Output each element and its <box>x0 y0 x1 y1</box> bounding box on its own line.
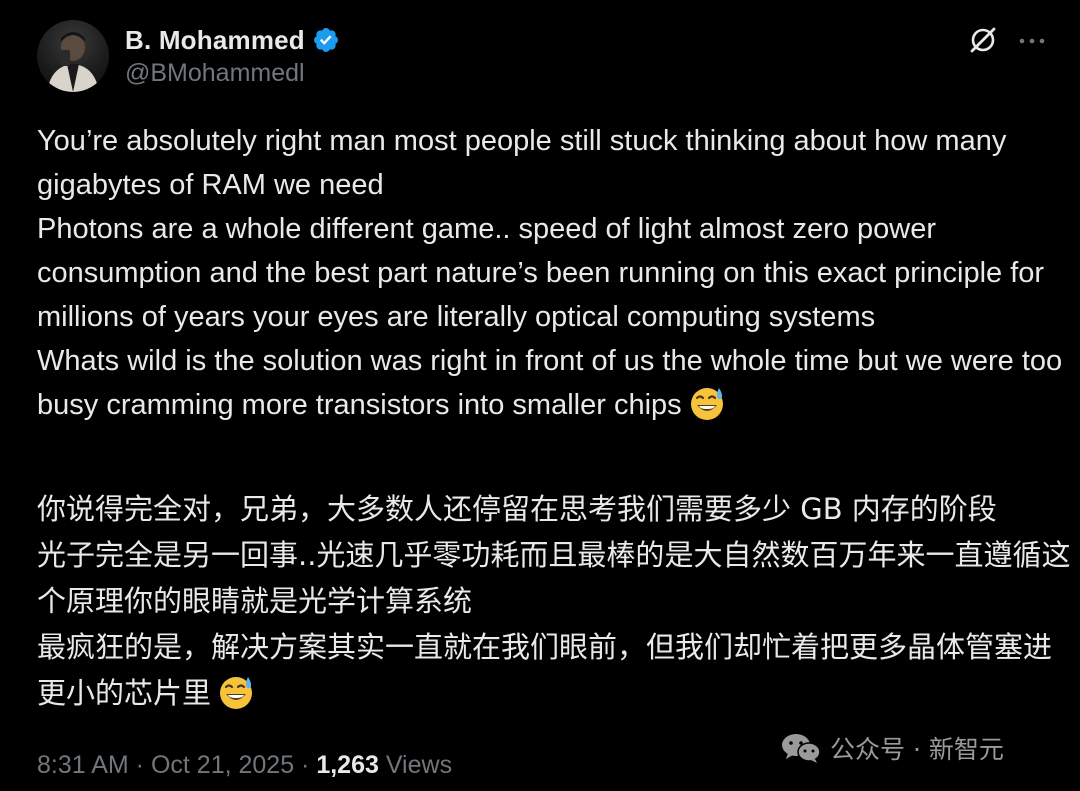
sweat-smile-emoji-icon <box>217 673 255 711</box>
watermark-text: 公众号 · 新智元 <box>830 735 1004 764</box>
sweat-smile-emoji-icon <box>688 384 726 422</box>
tweet-paragraph: Photons are a whole different game.. spe… <box>37 213 1045 333</box>
tweet-date[interactable]: Oct 21, 2025 <box>151 751 294 779</box>
author-name-row: B. Mohammed <box>125 24 340 56</box>
tweet-metadata: 8:31 AM · Oct 21, 2025 · 1,263 Views <box>37 751 452 780</box>
meta-separator: · <box>294 751 317 779</box>
tweet-paragraph-text: 最疯狂的是，解决方案其实一直就在我们眼前，但我们却忙着把更多晶体管塞进更小的芯片… <box>37 630 1053 710</box>
avatar[interactable] <box>37 20 109 92</box>
wechat-icon <box>782 734 821 763</box>
tweet-paragraph: 最疯狂的是，解决方案其实一直就在我们眼前，但我们却忙着把更多晶体管塞进更小的芯片… <box>37 624 1072 716</box>
views-count: 1,263 <box>316 751 379 779</box>
tweet-card: B. Mohammed @BMohammedl You’re absolutel… <box>0 0 1080 791</box>
author-identity: B. Mohammed @BMohammedl <box>125 24 340 88</box>
author-handle[interactable]: @BMohammedl <box>125 59 340 88</box>
tweet-text-chinese: 你说得完全对，兄弟，大多数人还停留在思考我们需要多少 GB 内存的阶段 光子完全… <box>37 486 1072 716</box>
tweet-paragraph: 光子完全是另一回事..光速几乎零功耗而且最棒的是大自然数百万年来一直遵循这个原理… <box>37 538 1071 618</box>
tweet-paragraph: 你说得完全对，兄弟，大多数人还停留在思考我们需要多少 GB 内存的阶段 <box>37 492 997 526</box>
tweet-header: B. Mohammed @BMohammedl <box>37 20 1047 100</box>
meta-separator: · <box>128 751 151 779</box>
tweet-paragraph-text: Whats wild is the solution was right in … <box>37 345 1063 421</box>
views-label: Views <box>378 751 453 779</box>
tweet-paragraph: You’re absolutely right man most people … <box>37 125 1007 201</box>
grok-icon[interactable] <box>967 24 999 56</box>
more-icon[interactable] <box>1017 26 1047 56</box>
tweet-text-english: You’re absolutely right man most people … <box>37 119 1067 427</box>
tweet-time[interactable]: 8:31 AM <box>37 751 129 779</box>
author-display-name[interactable]: B. Mohammed <box>125 25 305 56</box>
verified-badge-icon <box>312 26 340 54</box>
tweet-paragraph: Whats wild is the solution was right in … <box>37 339 1067 427</box>
watermark: 公众号 · 新智元 <box>780 730 1004 766</box>
